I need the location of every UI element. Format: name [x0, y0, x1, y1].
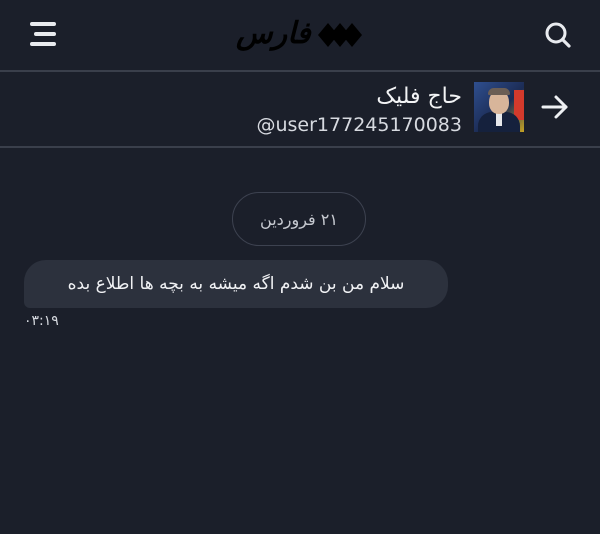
avatar[interactable] — [474, 82, 524, 132]
profile-header: حاج فلیک @user177245170083 — [0, 72, 600, 148]
arrow-right-icon[interactable] — [540, 92, 570, 122]
fars-logo[interactable]: فارس — [236, 14, 364, 56]
display-name: حاج فلیک — [376, 84, 462, 109]
message-time: ۰۳:۱۹ — [24, 313, 59, 329]
logo-mark-icon — [318, 23, 362, 47]
user-handle: @user177245170083 — [256, 114, 462, 136]
logo-text: فارس — [236, 16, 312, 51]
date-separator: ۲۱ فروردین — [232, 192, 366, 246]
hamburger-menu-icon[interactable] — [28, 20, 56, 48]
top-bar: فارس — [0, 0, 600, 72]
message-bubble[interactable]: سلام من بن شدم اگه میشه به بچه ها اطلاع … — [24, 260, 448, 308]
search-icon[interactable] — [544, 21, 572, 49]
